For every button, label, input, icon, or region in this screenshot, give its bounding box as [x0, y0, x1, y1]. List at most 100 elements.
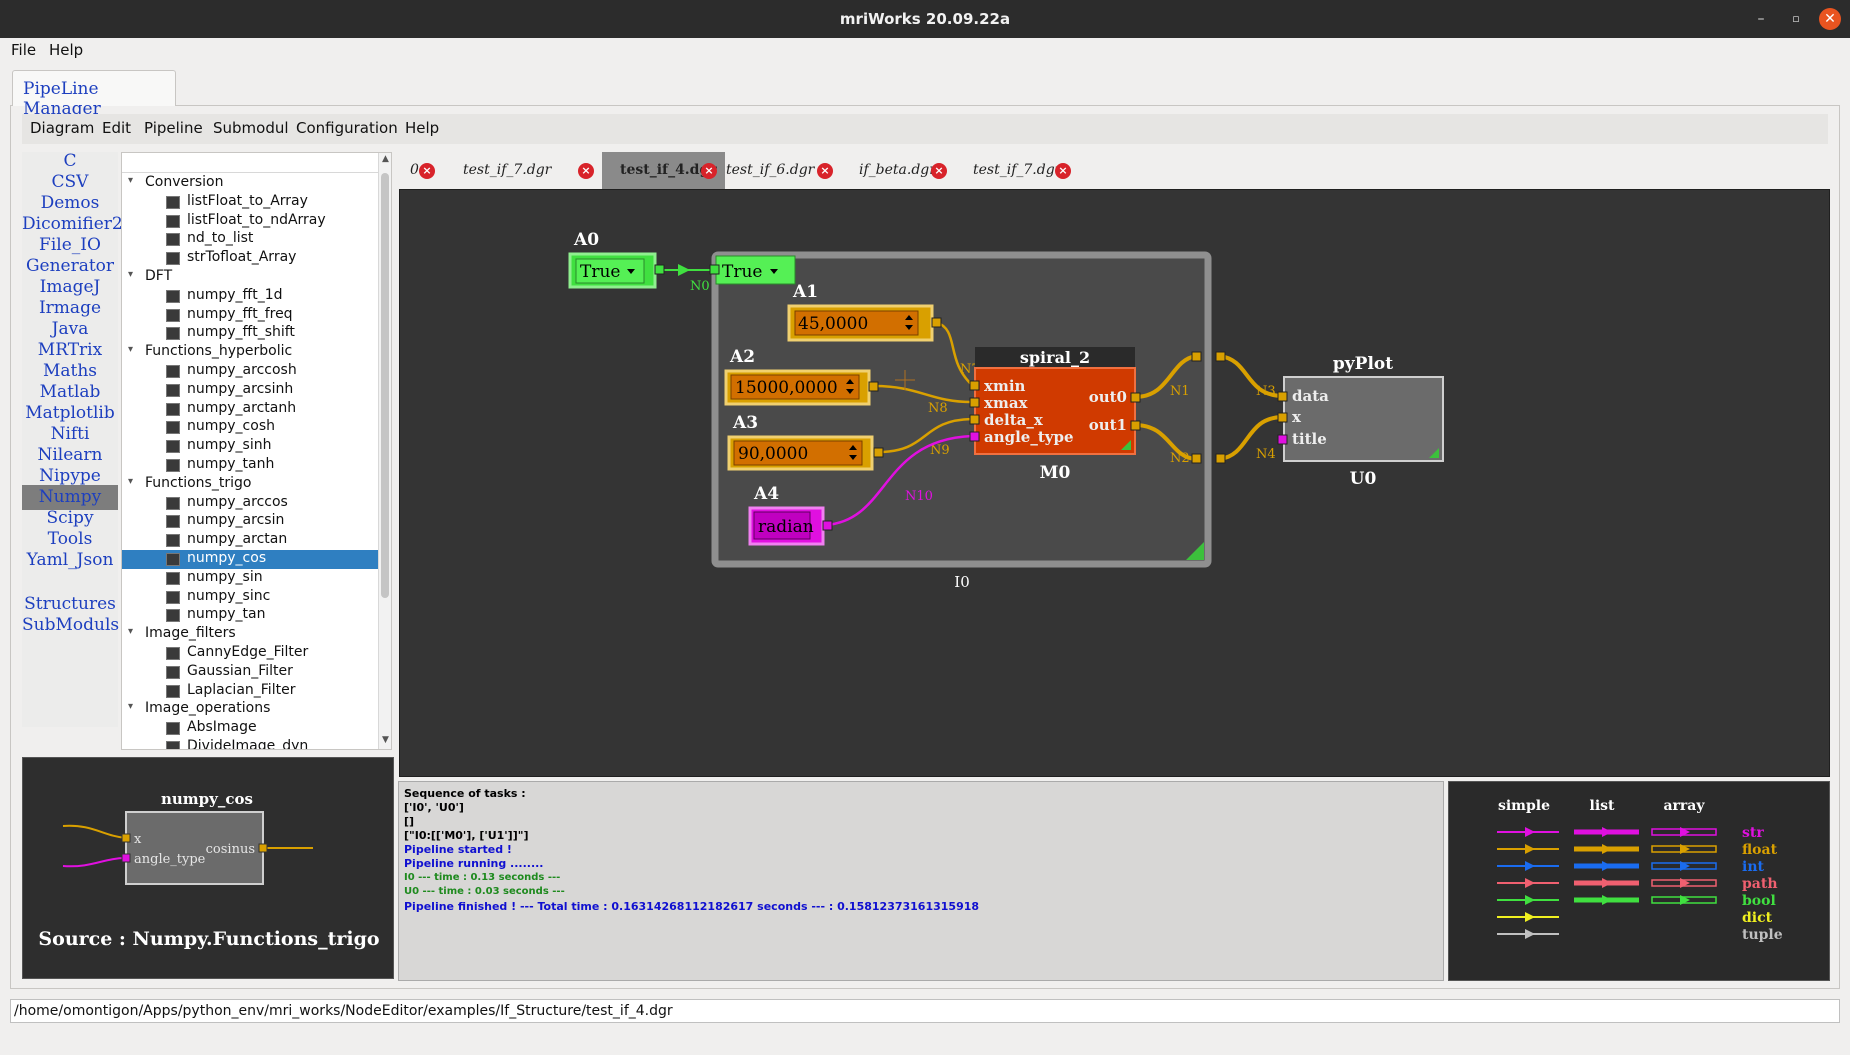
collapse-arrow-icon[interactable]: ▾ [128, 701, 133, 712]
menu-submodul[interactable]: Submodul [213, 119, 289, 137]
tree-item[interactable]: numpy_fft_freq [122, 306, 378, 325]
tree-item[interactable]: nd_to_list [122, 230, 378, 249]
pyplot-port-x[interactable] [1277, 412, 1288, 423]
menu-edit[interactable]: Edit [102, 119, 131, 137]
tree-item[interactable]: listFloat_to_ndArray [122, 212, 378, 231]
menu-pipeline[interactable]: Pipeline [144, 119, 203, 137]
tree-group[interactable]: ▾ Image_operations [122, 700, 378, 719]
diagram-tab-label: 0 [410, 162, 419, 178]
a0-port[interactable] [654, 264, 665, 275]
legend-type-label: bool [1742, 893, 1776, 909]
tree-item[interactable]: numpy_cos [122, 550, 378, 569]
collapse-arrow-icon[interactable]: ▾ [128, 476, 133, 487]
tree-item[interactable]: numpy_cosh [122, 418, 378, 437]
close-tab-icon[interactable]: × [817, 163, 833, 179]
spiral-port-out1[interactable] [1130, 420, 1141, 431]
tree-item[interactable]: numpy_arccosh [122, 362, 378, 381]
diagram-tab[interactable]: if_beta.dgr × [841, 152, 955, 189]
module-icon [166, 440, 180, 454]
category-submoduls[interactable]: SubModuls [22, 613, 119, 638]
close-tab-icon[interactable]: × [419, 163, 435, 179]
a3-port[interactable] [873, 447, 884, 458]
reroute-n1[interactable] [1191, 351, 1202, 362]
reroute-n2[interactable] [1191, 453, 1202, 464]
spiral-port-xmin[interactable] [969, 380, 980, 391]
a1-port[interactable] [931, 317, 942, 328]
scroll-thumb[interactable] [381, 173, 389, 598]
tree-item[interactable]: Gaussian_Filter [122, 663, 378, 682]
collapse-arrow-icon[interactable]: ▾ [128, 626, 133, 637]
tree-item[interactable]: numpy_arctanh [122, 400, 378, 419]
diagram-tab[interactable]: test_if_7.dgr × [955, 152, 1079, 189]
if-condition-port[interactable] [709, 264, 720, 275]
spiral-port-out0[interactable] [1130, 392, 1141, 403]
reroute-n3[interactable] [1215, 351, 1226, 362]
tab-pipeline-manager[interactable]: PipeLine Manager [12, 70, 176, 119]
close-tab-icon[interactable]: × [1055, 163, 1071, 179]
close-tab-icon[interactable]: × [578, 163, 594, 179]
diagram-tab[interactable]: test_if_7.dgr × [443, 152, 602, 189]
tree-group[interactable]: ▾ Conversion [122, 174, 378, 193]
close-tab-icon[interactable]: × [931, 163, 947, 179]
preview-angle-link [62, 857, 127, 868]
tree-item[interactable]: listFloat_to_Array [122, 193, 378, 212]
tree-item[interactable]: numpy_arcsinh [122, 381, 378, 400]
diagram-tab[interactable]: 0 × [398, 152, 443, 189]
collapse-arrow-icon[interactable]: ▾ [128, 269, 133, 280]
pyplot-port-data[interactable] [1277, 391, 1288, 402]
legend-type-label: str [1742, 825, 1764, 841]
tree-item[interactable]: numpy_arccos [122, 494, 378, 513]
tree-label: numpy_sinh [187, 437, 272, 454]
minimize-icon[interactable]: – [1750, 8, 1772, 30]
category-yaml-json[interactable]: Yaml_Json [22, 548, 118, 573]
pyplot-port-title[interactable] [1277, 434, 1288, 445]
tree-item[interactable]: AbsImage [122, 719, 378, 738]
reroute-n4[interactable] [1215, 453, 1226, 464]
tree-scrollbar[interactable]: ▲ ▼ [378, 153, 391, 749]
type-legend: simple list array str float int path bool dic… [1448, 781, 1830, 981]
tree-filter[interactable] [122, 153, 378, 173]
tree-item[interactable]: CannyEdge_Filter [122, 644, 378, 663]
console-line: ["I0:[['M0'], ['U1']]"] [404, 829, 529, 842]
tree-item[interactable]: numpy_sinc [122, 588, 378, 607]
tree-group[interactable]: ▾ Image_filters [122, 625, 378, 644]
diagram-tab[interactable]: test_if_6.dgr × [708, 152, 841, 189]
spiral-port-xmax[interactable] [969, 397, 980, 408]
collapse-arrow-icon[interactable]: ▾ [128, 344, 133, 355]
scroll-down-icon[interactable]: ▼ [380, 735, 391, 747]
pyplot-input-title: title [1292, 430, 1327, 448]
menu-file[interactable]: File [11, 41, 36, 59]
menu-diagram[interactable]: Diagram [30, 119, 94, 137]
menu-configuration[interactable]: Configuration [296, 119, 398, 137]
tree-item[interactable]: strTofloat_Array [122, 249, 378, 268]
tree-item[interactable]: numpy_tan [122, 606, 378, 625]
tree-group[interactable]: ▾ DFT [122, 268, 378, 287]
diagram-tab[interactable]: test_if_4.dgr × [602, 152, 725, 189]
tree-group[interactable]: ▾ Functions_trigo [122, 475, 378, 494]
a2-port[interactable] [868, 381, 879, 392]
file-path-field[interactable]: /home/omontigon/Apps/python_env/mri_work… [10, 999, 1840, 1023]
menu-help-2[interactable]: Help [405, 119, 439, 137]
tree-item[interactable]: numpy_fft_shift [122, 324, 378, 343]
diagram-canvas[interactable]: If I0 N0 N7 N8 N9 N10 N1 N2 N3 N4 A0 Tru… [399, 189, 1830, 777]
tree-item[interactable]: numpy_sinh [122, 437, 378, 456]
tree-item[interactable]: numpy_sin [122, 569, 378, 588]
maximize-icon[interactable]: ▫ [1785, 8, 1807, 30]
tree-group[interactable]: ▾ Functions_hyperbolic [122, 343, 378, 362]
tree-item[interactable]: numpy_arctan [122, 531, 378, 550]
a4-port[interactable] [822, 520, 833, 531]
menu-help[interactable]: Help [49, 41, 83, 59]
spiral-port-angle[interactable] [969, 431, 980, 442]
collapse-arrow-icon[interactable]: ▾ [128, 175, 133, 186]
tree-item[interactable]: Laplacian_Filter [122, 682, 378, 701]
tree-item[interactable]: DivideImage_dyn [122, 738, 378, 749]
legend-header-simple: simple [1498, 798, 1550, 814]
tree-item[interactable]: numpy_tanh [122, 456, 378, 475]
spiral-port-delta[interactable] [969, 414, 980, 425]
tree-item[interactable]: numpy_arcsin [122, 512, 378, 531]
close-icon[interactable]: ✕ [1819, 8, 1841, 30]
scroll-up-icon[interactable]: ▲ [380, 154, 391, 166]
console-line: I0 --- time : 0.13 seconds --- [404, 872, 561, 883]
tree-item[interactable]: numpy_fft_1d [122, 287, 378, 306]
preview-input-angle: angle_type [134, 852, 206, 867]
